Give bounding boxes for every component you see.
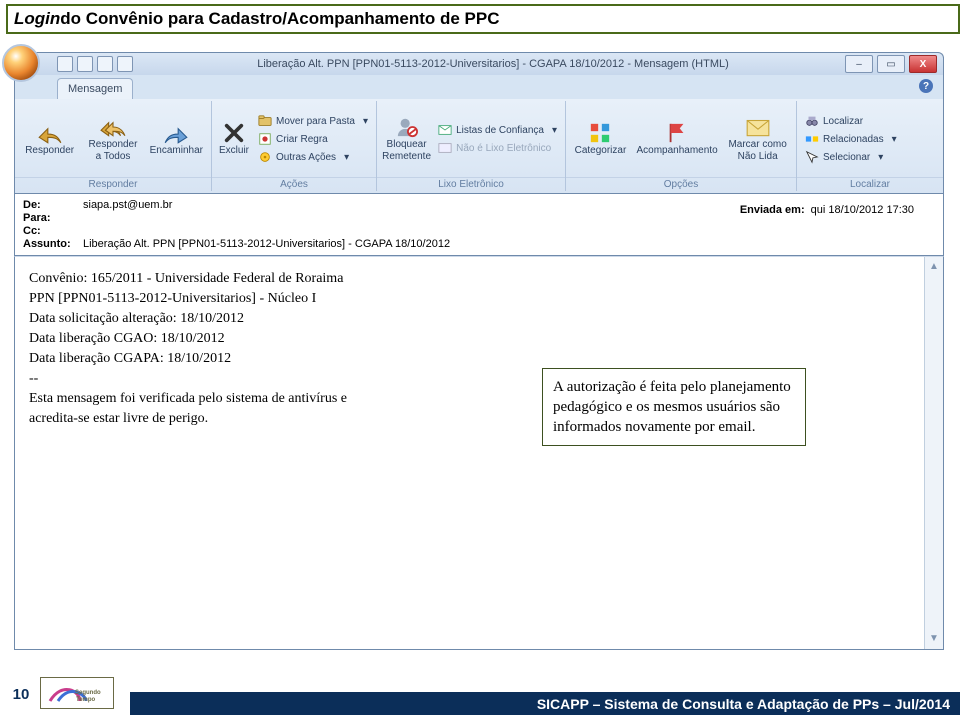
reply-all-icon	[100, 116, 126, 138]
sent-group: Enviada em: qui 18/10/2012 17:30	[740, 204, 914, 216]
excluir-button[interactable]: Excluir	[216, 101, 252, 177]
close-button[interactable]: X	[909, 55, 937, 73]
group-label-lixo: Lixo Eletrônico	[377, 177, 565, 191]
rule-icon	[258, 132, 272, 146]
selecionar-button[interactable]: Selecionar▾	[801, 148, 901, 166]
chevron-down-icon: ▾	[363, 116, 368, 127]
group-opcoes: Categorizar Acompanhamento Marcar como N…	[566, 101, 797, 191]
slide-footer: 10 SegundoTempo SICAPP – Sistema de Cons…	[0, 673, 960, 715]
tab-mensagem[interactable]: Mensagem	[57, 78, 133, 99]
group-responder: Responder Responder a Todos Encaminhar R…	[15, 101, 212, 191]
bloquear-remetente-button[interactable]: Bloquear Remetente	[381, 101, 432, 177]
scrollbar[interactable]: ▲ ▼	[924, 257, 943, 649]
forward-icon	[163, 122, 189, 144]
scroll-up-icon[interactable]: ▲	[928, 261, 940, 273]
footer-text: SICAPP – Sistema de Consulta e Adaptação…	[537, 696, 950, 712]
encaminhar-button[interactable]: Encaminhar	[146, 101, 207, 177]
criar-regra-button[interactable]: Criar Regra	[254, 130, 372, 148]
chevron-down-icon: ▾	[892, 134, 897, 145]
relacionadas-button[interactable]: Relacionadas▾	[801, 130, 901, 148]
gear-icon	[258, 150, 272, 164]
message-body: Convênio: 165/2011 - Universidade Federa…	[14, 256, 944, 650]
from-label: De:	[23, 199, 83, 211]
marcar-nao-lida-button[interactable]: Marcar como Não Lida	[723, 101, 792, 177]
window-titlebar: Liberação Alt. PPN [PPN01-5113-2012-Univ…	[14, 52, 944, 75]
group-label-responder: Responder	[15, 177, 211, 191]
localizar-button[interactable]: Localizar	[801, 112, 901, 130]
ribbon: Responder Responder a Todos Encaminhar R…	[14, 99, 944, 194]
categorizar-button[interactable]: Categorizar	[570, 101, 631, 177]
group-localizar: Localizar Relacionadas▾ Selecionar▾ Loca…	[797, 101, 943, 191]
qa-redo-icon[interactable]	[97, 56, 113, 72]
binoculars-icon	[805, 114, 819, 128]
group-lixo: Bloquear Remetente Listas de Confiança▾ …	[377, 101, 566, 191]
outlook-window: Liberação Alt. PPN [PPN01-5113-2012-Univ…	[14, 52, 944, 650]
group-label-localizar: Localizar	[797, 177, 943, 191]
maximize-button[interactable]: ▭	[877, 55, 905, 73]
not-junk-icon	[438, 141, 452, 155]
scroll-down-icon[interactable]: ▼	[928, 633, 940, 645]
safe-lists-icon	[438, 123, 452, 137]
sent-value: qui 18/10/2012 17:30	[811, 204, 914, 216]
cc-value	[83, 225, 935, 237]
chevron-down-icon: ▾	[878, 152, 883, 163]
folder-move-icon	[258, 114, 272, 128]
flag-icon	[664, 122, 690, 144]
qa-undo-icon[interactable]	[77, 56, 93, 72]
segundo-tempo-logo-icon: SegundoTempo	[40, 677, 114, 709]
quick-access-toolbar	[57, 56, 133, 72]
subject-label: Assunto:	[23, 238, 83, 250]
minimize-button[interactable]: –	[845, 55, 873, 73]
page-title: Login do Convênio para Cadastro/Acompanh…	[6, 4, 960, 34]
qa-save-icon[interactable]	[57, 56, 73, 72]
annotation-callout: A autorização é feita pelo planejamento …	[542, 368, 806, 446]
categorize-icon	[587, 122, 613, 144]
outras-acoes-button[interactable]: Outras Ações▾	[254, 148, 372, 166]
ribbon-tabs: Mensagem ?	[14, 75, 944, 99]
sent-label: Enviada em:	[740, 204, 805, 216]
block-sender-icon	[394, 116, 420, 138]
delete-icon	[221, 122, 247, 144]
reply-icon	[37, 122, 63, 144]
help-icon[interactable]: ?	[919, 79, 933, 93]
svg-text:Tempo: Tempo	[76, 697, 96, 703]
to-label: Para:	[23, 212, 83, 224]
office-orb-icon[interactable]	[2, 44, 40, 82]
page-title-rest: do Convênio para Cadastro/Acompanhamento…	[60, 9, 499, 29]
envelope-unread-icon	[745, 116, 771, 138]
listas-confianca-button[interactable]: Listas de Confiança▾	[434, 121, 561, 139]
window-title: Liberação Alt. PPN [PPN01-5113-2012-Univ…	[141, 58, 845, 70]
group-acoes: Excluir Mover para Pasta▾ Criar Regra	[212, 101, 377, 191]
cc-label: Cc:	[23, 225, 83, 237]
footer-bar: SICAPP – Sistema de Consulta e Adaptação…	[130, 692, 960, 715]
page-title-prefix: Login	[14, 9, 60, 29]
chevron-down-icon: ▾	[344, 152, 349, 163]
chevron-down-icon: ▾	[552, 125, 557, 136]
nao-e-lixo-button: Não é Lixo Eletrônico	[434, 139, 561, 157]
responder-button[interactable]: Responder	[19, 101, 80, 177]
acompanhamento-button[interactable]: Acompanhamento	[633, 101, 721, 177]
group-label-opcoes: Opções	[566, 177, 796, 191]
group-label-acoes: Ações	[212, 177, 376, 191]
subject-value: Liberação Alt. PPN [PPN01-5113-2012-Univ…	[83, 238, 935, 250]
svg-text:Segundo: Segundo	[75, 690, 101, 696]
mover-pasta-button[interactable]: Mover para Pasta▾	[254, 112, 372, 130]
related-icon	[805, 132, 819, 146]
responder-todos-button[interactable]: Responder a Todos	[82, 101, 143, 177]
qa-more-icon[interactable]	[117, 56, 133, 72]
select-arrow-icon	[805, 150, 819, 164]
page-number: 10	[6, 686, 36, 703]
